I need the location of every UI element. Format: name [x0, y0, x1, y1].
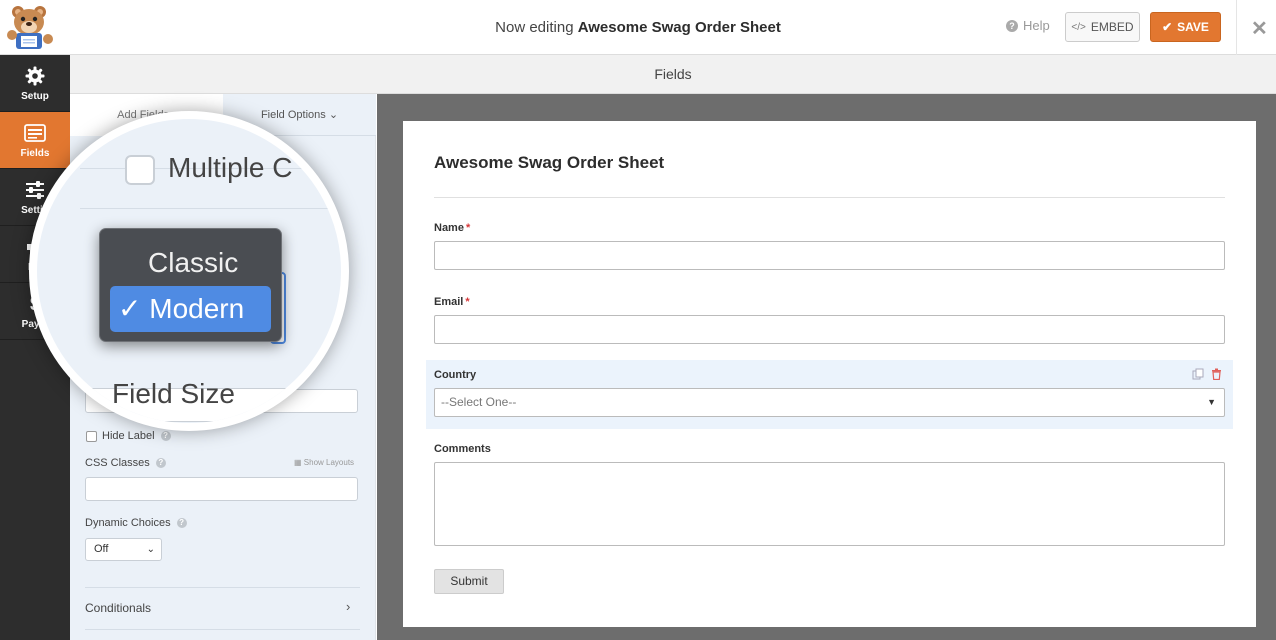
country-select[interactable]: --Select One-- ▼: [434, 388, 1225, 417]
style-option-modern-label: Modern: [149, 293, 245, 324]
divider: [85, 587, 360, 588]
chevron-down-icon: ⌄: [146, 544, 155, 555]
code-icon: </>: [1071, 21, 1086, 33]
grid-icon: ▦: [294, 458, 302, 467]
css-classes-label: CSS Classes: [85, 457, 150, 469]
comments-field-label: Comments: [434, 443, 491, 455]
field-type-checkbox-icon: [125, 155, 155, 185]
name-input[interactable]: [434, 241, 1225, 270]
show-layouts-link[interactable]: ▦ Show Layouts: [294, 458, 354, 467]
chevron-right-icon[interactable]: ›: [346, 599, 350, 614]
help-link[interactable]: ? Help: [1006, 18, 1050, 33]
dynamic-choices-text: Dynamic Choices?: [85, 517, 187, 529]
caret-down-icon: ▼: [1207, 397, 1216, 407]
css-classes-input[interactable]: [85, 477, 358, 501]
conditionals-section[interactable]: Conditionals: [85, 601, 151, 615]
field-type-label: Multiple C: [168, 152, 293, 183]
divider: [80, 208, 341, 209]
field-actions: [1192, 367, 1222, 385]
checkmark-icon: ✔: [1162, 20, 1173, 34]
form-preview: Awesome Swag Order Sheet Name * Email * Co…: [403, 121, 1256, 627]
form-title: Awesome Swag Order Sheet: [434, 153, 665, 172]
checkmark-icon: ✓: [118, 293, 142, 324]
duplicate-icon[interactable]: [1192, 367, 1204, 385]
dynamic-choices-value: Off: [94, 543, 109, 555]
help-tooltip-icon[interactable]: ?: [160, 431, 171, 442]
zoom-content: Multiple C ⌄ Classic ✓ Modern Field Size: [37, 119, 341, 422]
style-dropdown-menu: Classic ✓ Modern: [99, 228, 282, 342]
zoom-magnifier: Multiple C ⌄ Classic ✓ Modern Field Size: [29, 111, 349, 431]
embed-label: EMBED: [1090, 20, 1134, 34]
nav-item-setup[interactable]: Setup: [0, 55, 70, 112]
help-icon: ?: [1006, 19, 1018, 32]
comments-label: Comments: [434, 443, 491, 455]
dynamic-choices-label: Dynamic Choices: [85, 517, 171, 529]
country-select-placeholder: --Select One--: [441, 395, 517, 409]
email-field-label: Email *: [434, 296, 470, 308]
save-label: SAVE: [1177, 20, 1209, 34]
conditionals-label: Conditionals: [85, 601, 152, 615]
style-option-classic[interactable]: Classic: [148, 247, 238, 279]
css-classes-text: CSS Classes?: [85, 457, 166, 469]
required-asterisk: *: [465, 222, 471, 234]
hide-label-text: Hide Label?: [102, 430, 171, 442]
nav-label-setup: Setup: [21, 91, 49, 102]
save-button[interactable]: ✔ SAVE: [1150, 12, 1221, 42]
field-size-label: Field Size: [112, 378, 235, 409]
country-field-label: Country: [434, 369, 476, 381]
style-option-modern[interactable]: ✓ Modern: [110, 286, 271, 332]
help-label: Help: [1023, 18, 1050, 33]
editing-title-prefix: Now editing: [495, 19, 578, 36]
email-label: Email: [434, 296, 464, 308]
hide-label-checkbox[interactable]: [86, 431, 97, 442]
fields-header-title: Fields: [654, 66, 692, 82]
name-field-label: Name *: [434, 222, 470, 234]
top-bar: Now editing Awesome Swag Order Sheet ? H…: [0, 0, 1276, 55]
submit-label: Submit: [450, 574, 488, 588]
embed-button[interactable]: </> EMBED: [1065, 12, 1140, 42]
country-label: Country: [434, 369, 477, 381]
required-asterisk: *: [465, 296, 470, 308]
fields-header: Fields: [70, 55, 1276, 94]
help-tooltip-icon[interactable]: ?: [176, 518, 187, 529]
gear-icon: [0, 65, 70, 87]
show-layouts-label: Show Layouts: [303, 458, 355, 467]
editing-form-name: Awesome Swag Order Sheet: [577, 19, 781, 36]
dynamic-choices-select[interactable]: Off ⌄: [85, 538, 162, 561]
email-input[interactable]: [434, 315, 1225, 344]
name-label: Name: [434, 222, 464, 234]
submit-button[interactable]: Submit: [434, 569, 504, 594]
comments-textarea[interactable]: [434, 462, 1225, 546]
close-icon[interactable]: ✕: [1251, 16, 1268, 41]
form-preview-canvas: Awesome Swag Order Sheet Name * Email * Co…: [377, 94, 1276, 640]
topbar-divider: [1236, 0, 1237, 55]
divider: [85, 629, 360, 630]
form-title-divider: [434, 197, 1225, 198]
hide-label-label: Hide Label: [102, 430, 155, 442]
help-tooltip-icon[interactable]: ?: [155, 458, 166, 469]
trash-icon[interactable]: [1211, 367, 1222, 385]
